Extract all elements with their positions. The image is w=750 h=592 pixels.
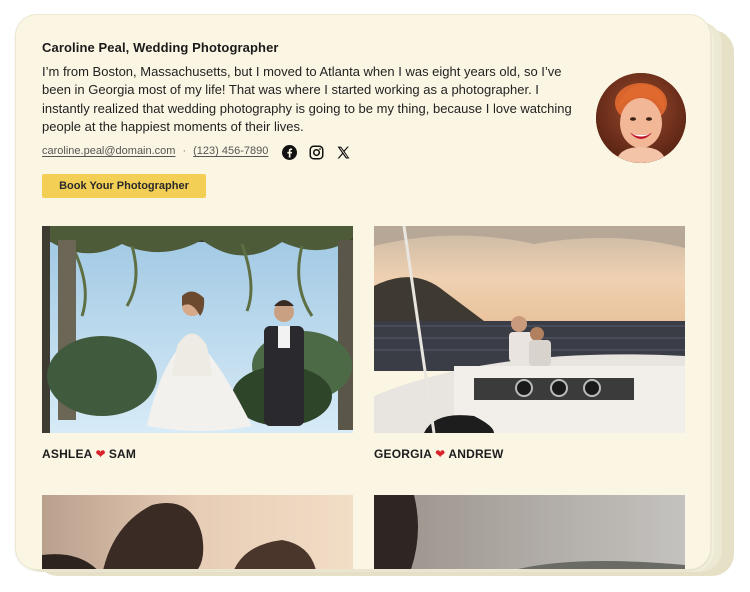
email-link[interactable]: caroline.peal@domain.com — [42, 145, 175, 157]
instagram-icon[interactable] — [309, 145, 324, 160]
gallery-photo-4[interactable] — [374, 495, 685, 569]
phone-link[interactable]: (123) 456-7890 — [193, 145, 268, 157]
contact-line: caroline.peal@domain.com · (123) 456-789… — [42, 145, 268, 157]
book-photographer-button[interactable]: Book Your Photographer — [42, 174, 206, 198]
gallery-caption-1: ASHLEA ❤ SAM — [42, 447, 136, 461]
heart-icon: ❤ — [95, 447, 106, 461]
social-links — [282, 145, 351, 160]
photographer-name: Caroline Peal, Wedding Photographer — [42, 40, 279, 55]
gallery-caption-2: GEORGIA ❤ ANDREW — [374, 447, 504, 461]
gallery-photo-georgia-andrew[interactable] — [374, 226, 685, 433]
x-icon[interactable] — [336, 145, 351, 160]
photographer-bio: I’m from Boston, Massachusetts, but I mo… — [42, 64, 572, 135]
gallery-photo-ashlea-sam[interactable] — [42, 226, 353, 433]
facebook-icon[interactable] — [282, 145, 297, 160]
photographer-card: Caroline Peal, Wedding Photographer I’m … — [15, 14, 711, 570]
separator: · — [182, 145, 187, 157]
couple-name-b: SAM — [108, 447, 137, 461]
couple-name-a: ASHLEA — [42, 447, 93, 461]
couple-name-a: GEORGIA — [374, 447, 433, 461]
couple-name-b: ANDREW — [448, 447, 504, 461]
gallery-photo-3[interactable] — [42, 495, 353, 569]
heart-icon: ❤ — [435, 447, 446, 461]
photographer-avatar — [596, 73, 686, 163]
